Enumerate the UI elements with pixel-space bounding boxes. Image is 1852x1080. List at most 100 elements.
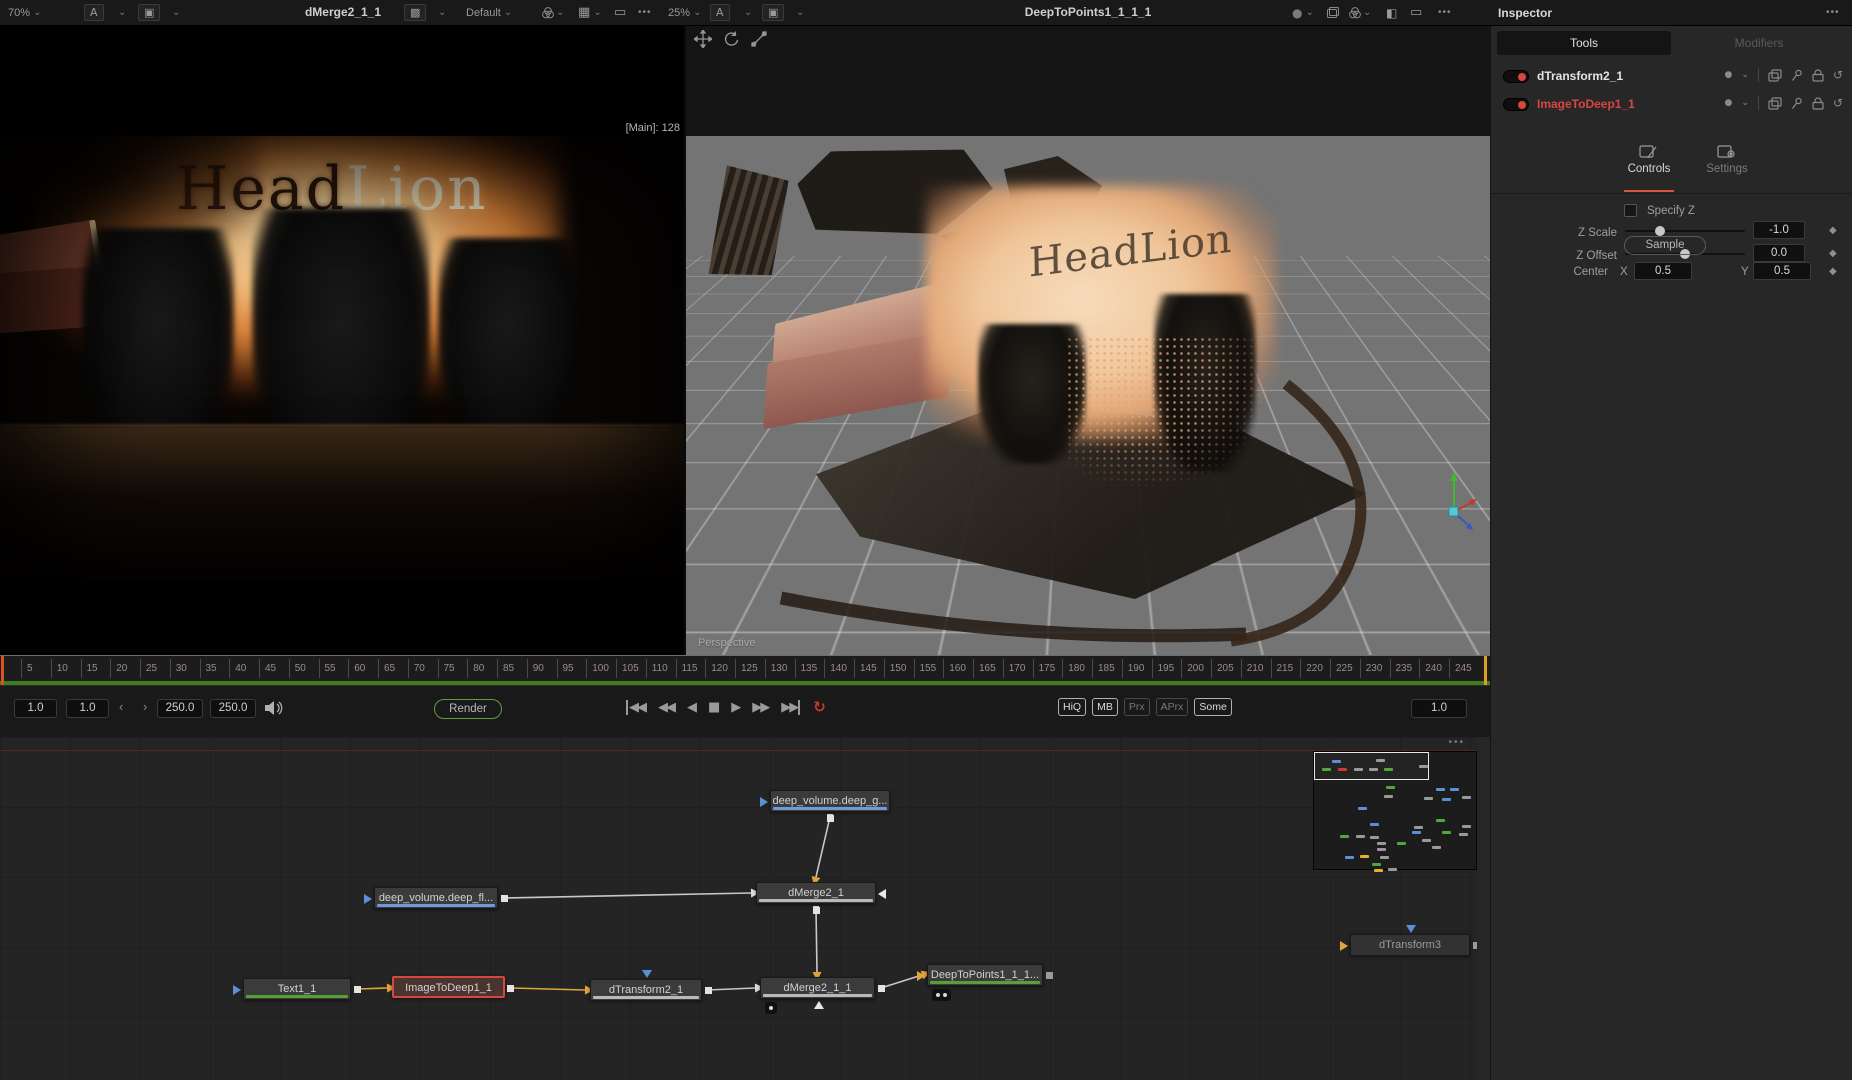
range-end-marker[interactable] [1484, 656, 1487, 685]
center-y-value[interactable]: 0.5 [1753, 262, 1811, 280]
left-viewer-buffer-chevron[interactable]: ⌄ [172, 4, 180, 21]
current-frame-field[interactable]: 1.0 [66, 699, 109, 718]
zoom-tool-icon[interactable] [750, 30, 768, 48]
viewer-3d[interactable]: HeadLion Perspective [686, 26, 1490, 655]
left-viewer-grid-button[interactable]: ▦ ⌄ [578, 4, 602, 21]
node-output-port[interactable] [354, 986, 361, 993]
perspective-viewport[interactable]: HeadLion Perspective [686, 136, 1490, 655]
minimap-viewport-rect[interactable] [1314, 752, 1429, 780]
left-viewer-frame-button[interactable]: ▭ [614, 4, 626, 21]
sample-button[interactable]: Sample [1624, 236, 1706, 255]
keyframe-diamond-icon[interactable]: ◆ [1829, 225, 1837, 236]
left-viewer-colorwheel-button[interactable]: ⌄ [541, 4, 564, 21]
pin-icon[interactable] [1791, 69, 1803, 82]
left-viewer-options-menu[interactable]: ••• [638, 4, 652, 21]
left-viewer-channel-button[interactable]: A [84, 4, 104, 21]
speaker-icon[interactable] [264, 699, 284, 717]
render-button[interactable]: Render [434, 699, 502, 719]
copy-icon[interactable] [1768, 69, 1782, 82]
node-enable-toggle[interactable] [1503, 70, 1529, 83]
center-x-value[interactable]: 0.5 [1634, 262, 1692, 280]
node-graph-minimap[interactable] [1313, 751, 1477, 870]
node-output-port[interactable] [878, 985, 885, 992]
inspector-options-menu[interactable]: ••• [1826, 4, 1840, 21]
node-dtransform2-1[interactable]: dTransform2_1 [590, 979, 702, 1001]
subtab-settings[interactable]: Settings [1687, 144, 1767, 175]
node-dmerge2-1[interactable]: dMerge2_1 [756, 882, 876, 904]
play-button[interactable]: ▶ [731, 700, 739, 715]
inspector-node-row[interactable]: dTransform2_1●⌄↺ [1491, 64, 1852, 90]
right-viewer-colorwheel-button[interactable]: ⌄ [1348, 4, 1371, 21]
lock-icon[interactable] [1812, 69, 1824, 82]
node-input-port[interactable] [364, 894, 372, 904]
tab-tools[interactable]: Tools [1497, 31, 1671, 55]
rewind-button[interactable]: ◀◀ [658, 700, 674, 715]
node-dmerge2-1-1[interactable]: dMerge2_1_1 [760, 977, 875, 999]
node-output-port[interactable] [813, 907, 820, 914]
rotate-tool-icon[interactable] [722, 30, 740, 48]
frame-rate-field[interactable]: 1.0 [14, 699, 57, 718]
playback-scale-field[interactable]: 1.0 [1411, 699, 1467, 718]
right-viewer-shading-button[interactable]: ● ⌄ [1292, 4, 1314, 21]
right-viewer-layers-button[interactable] [1326, 4, 1340, 21]
node-deeptopoints1-1-1[interactable]: DeepToPoints1_1_1... [927, 964, 1043, 986]
z-offset-value[interactable]: 0.0 [1753, 244, 1805, 262]
keyframe-diamond-icon[interactable]: ◆ [1829, 266, 1837, 277]
node-imagetodeep1-1[interactable]: ImageToDeep1_1 [392, 976, 505, 998]
right-viewer-zoom-select[interactable]: 25% ⌄ [668, 4, 701, 21]
left-viewer-lut-select[interactable]: Default ⌄ [466, 4, 512, 21]
viewer-2d[interactable]: [Main]: 128 HeadLion [0, 26, 686, 655]
quality-toggle-hiq[interactable]: HiQ [1058, 698, 1086, 716]
node-text1-1[interactable]: Text1_1 [243, 978, 351, 1000]
node-dtransform3[interactable]: dTransform3 [1350, 934, 1470, 956]
node-input-port[interactable] [814, 1001, 824, 1009]
node-input-port[interactable] [878, 889, 886, 899]
node-output-port[interactable] [1046, 972, 1053, 979]
global-end-field[interactable]: 250.0 [210, 699, 256, 718]
node-output-port[interactable] [507, 985, 514, 992]
keyframe-diamond-icon[interactable]: ◆ [1829, 248, 1837, 259]
right-viewer-channel-button[interactable]: A [710, 4, 730, 21]
loop-button[interactable]: ↻ [813, 698, 826, 716]
inspector-node-row[interactable]: ImageToDeep1_1●⌄↺ [1491, 92, 1852, 118]
right-viewer-channel-chevron[interactable]: ⌄ [744, 4, 752, 21]
quality-toggle-prx[interactable]: Prx [1124, 698, 1150, 716]
node-output-port[interactable] [827, 815, 834, 822]
subtab-controls[interactable]: Controls [1609, 144, 1689, 175]
range-prev-arrow[interactable]: ‹ [119, 699, 123, 714]
play-reverse-button[interactable]: ◀ [687, 700, 695, 715]
node-input-port[interactable] [1340, 941, 1348, 951]
right-viewer-options-menu[interactable]: ••• [1438, 4, 1452, 21]
node-input-port[interactable] [1406, 925, 1416, 933]
range-end-field[interactable]: 250.0 [157, 699, 203, 718]
node-input-port[interactable] [917, 971, 925, 981]
node-deep-volume-deep-g[interactable]: deep_volume.deep_g... [770, 790, 890, 812]
node-deep-volume-deep-fl[interactable]: deep_volume.deep_fl... [374, 887, 498, 909]
chevron-down-icon[interactable]: ⌄ [1741, 98, 1749, 108]
node-input-port[interactable] [642, 970, 652, 978]
reset-icon[interactable]: ↺ [1833, 68, 1843, 82]
node-enable-toggle[interactable] [1503, 98, 1529, 111]
node-output-port[interactable] [1473, 942, 1477, 949]
z-scale-value[interactable]: -1.0 [1753, 221, 1805, 239]
stop-button[interactable]: ■ [708, 700, 718, 715]
reset-icon[interactable]: ↺ [1833, 96, 1843, 110]
specify-z-checkbox[interactable] [1624, 204, 1637, 217]
left-viewer-dither-chevron[interactable]: ⌄ [438, 4, 446, 21]
node-editor[interactable]: ••• deep_volume.deep_g...deep_volume.dee… [0, 737, 1477, 1080]
playhead-marker[interactable] [1, 656, 4, 685]
quality-toggle-some[interactable]: Some [1194, 698, 1231, 716]
pin-icon[interactable] [1791, 97, 1803, 110]
view-dot-icon[interactable]: ● [1725, 98, 1733, 108]
range-next-arrow[interactable]: › [143, 699, 147, 714]
lock-icon[interactable] [1812, 97, 1824, 110]
node-output-port[interactable] [501, 895, 508, 902]
left-viewer-buffer-button[interactable]: ▣ [138, 4, 160, 21]
left-viewer-channel-chevron[interactable]: ⌄ [118, 4, 126, 21]
timeline-ruler[interactable]: 5101520253035404550556065707580859095100… [0, 656, 1490, 681]
right-viewer-buffer-button[interactable]: ▣ [762, 4, 784, 21]
node-input-port[interactable] [233, 985, 241, 995]
node-input-port[interactable] [760, 797, 768, 807]
pan-tool-icon[interactable] [694, 30, 712, 48]
fast-forward-button[interactable]: ▶▶ [752, 700, 768, 715]
